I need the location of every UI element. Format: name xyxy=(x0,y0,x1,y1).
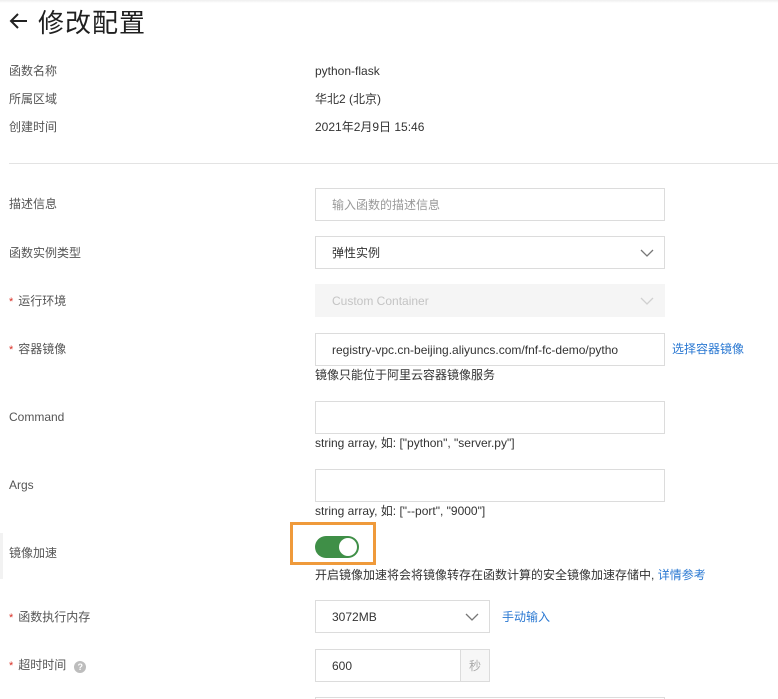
required-mark: * xyxy=(9,612,14,624)
image-hint: 镜像只能位于阿里云容器镜像服务 xyxy=(315,368,496,382)
memory-label-text: 函数执行内存 xyxy=(18,610,91,624)
info-value: 2021年2月9日 15:46 xyxy=(315,120,425,134)
chevron-down-icon xyxy=(640,297,654,305)
memory-select[interactable]: 3072MB xyxy=(315,600,490,633)
required-mark: * xyxy=(9,344,14,356)
required-mark: * xyxy=(9,296,14,308)
details-link[interactable]: 详情参考 xyxy=(658,568,706,582)
runtime-value: Custom Container xyxy=(332,293,429,308)
command-label: Command xyxy=(9,410,65,424)
toggle-knob xyxy=(339,538,357,556)
image-label: * 容器镜像 xyxy=(9,341,66,358)
info-value: python-flask xyxy=(315,64,380,78)
timeout-label-text: 超时时间 xyxy=(18,658,67,672)
image-acceleration-label: 镜像加速 xyxy=(9,546,58,560)
left-scroll-indicator xyxy=(0,533,3,579)
info-value: 华北2 (北京) xyxy=(315,92,382,106)
select-image-link[interactable]: 选择容器镜像 xyxy=(672,341,744,357)
instance-type-label: 函数实例类型 xyxy=(9,246,82,260)
memory-label: * 函数执行内存 xyxy=(9,609,90,626)
timeout-input[interactable]: 600 xyxy=(315,649,461,682)
required-mark: * xyxy=(9,660,14,672)
args-label: Args xyxy=(9,478,34,492)
info-label: 函数名称 xyxy=(9,64,58,78)
image-acceleration-hint-text: 开启镜像加速将会将镜像转存在函数计算的安全镜像加速存储中, xyxy=(315,568,655,582)
timeout-label: * 超时时间? xyxy=(9,657,87,674)
info-label: 创建时间 xyxy=(9,120,58,134)
image-acceleration-hint: 开启镜像加速将会将镜像转存在函数计算的安全镜像加速存储中, 详情参考 xyxy=(315,567,706,583)
arrow-left-icon[interactable] xyxy=(8,10,30,32)
info-label: 所属区域 xyxy=(9,92,58,106)
runtime-select: Custom Container xyxy=(315,284,665,317)
question-circle-icon[interactable]: ? xyxy=(74,661,87,673)
description-placeholder: 输入函数的描述信息 xyxy=(332,198,441,212)
runtime-label-text: 运行环境 xyxy=(18,294,67,308)
image-input[interactable]: registry-vpc.cn-beijing.aliyuncs.com/fnf… xyxy=(315,333,665,366)
description-label: 描述信息 xyxy=(9,197,58,211)
timeout-unit: 秒 xyxy=(460,649,490,682)
instance-type-value: 弹性实例 xyxy=(332,246,381,260)
instance-type-select[interactable]: 弹性实例 xyxy=(315,236,665,269)
page-title: 修改配置 xyxy=(38,7,147,38)
runtime-label: * 运行环境 xyxy=(9,293,66,310)
command-input[interactable] xyxy=(315,401,665,434)
memory-value: 3072MB xyxy=(332,609,377,624)
manual-input-link[interactable]: 手动输入 xyxy=(502,609,550,625)
description-input[interactable]: 输入函数的描述信息 xyxy=(315,188,665,221)
command-hint: string array, 如: ["python", "server.py"] xyxy=(315,436,515,450)
args-hint: string array, 如: ["--port", "9000"] xyxy=(315,504,486,518)
image-value: registry-vpc.cn-beijing.aliyuncs.com/fnf… xyxy=(332,342,619,357)
image-acceleration-toggle[interactable] xyxy=(315,536,359,558)
timeout-value: 600 xyxy=(332,658,353,673)
chevron-down-icon xyxy=(465,613,479,621)
chevron-down-icon xyxy=(640,249,654,257)
page-header: 修改配置 xyxy=(8,4,146,38)
divider xyxy=(9,163,778,164)
args-input[interactable] xyxy=(315,469,665,502)
image-label-text: 容器镜像 xyxy=(18,342,67,356)
